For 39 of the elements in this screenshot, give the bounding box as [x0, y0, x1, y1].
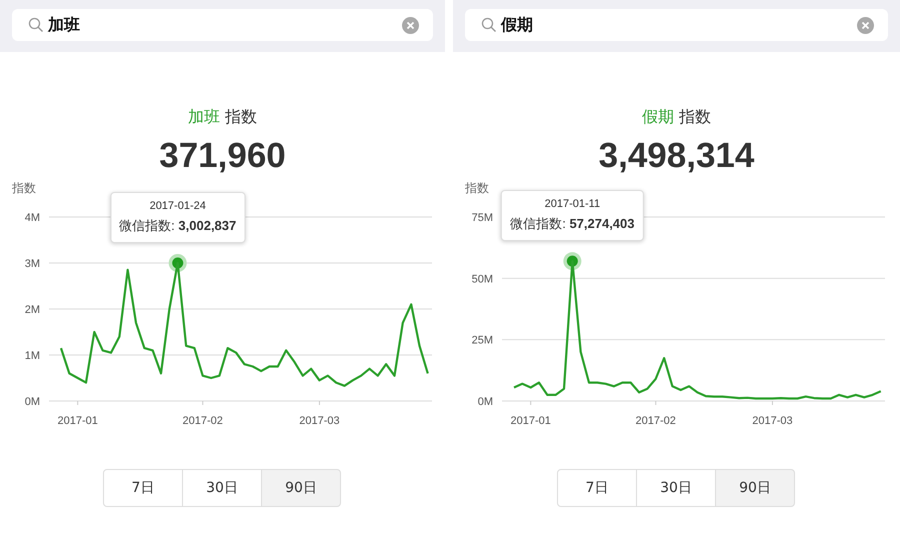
- axis-label: 2017-01: [57, 415, 98, 427]
- tooltip-date: 2017-01-24: [148, 200, 207, 212]
- axis-title: 指数: [465, 181, 489, 195]
- axis-label: 1M: [24, 350, 40, 362]
- index-title: 假期 指数: [640, 107, 712, 128]
- clear-icon[interactable]: [857, 16, 874, 34]
- axis-label: 25M: [472, 334, 493, 347]
- range-tab[interactable]: 30日: [182, 469, 262, 507]
- axis-label: 3M: [24, 258, 40, 270]
- search-icon: [28, 17, 44, 33]
- axis-label: 2017-01: [510, 415, 551, 427]
- range-tab[interactable]: 7日: [557, 469, 637, 507]
- axis-label: 2017-03: [299, 415, 340, 427]
- axis-label: 50M: [472, 273, 493, 286]
- axis-label: 2017-02: [182, 415, 223, 427]
- tooltip-value: 微信指数: 3,002,837: [119, 217, 236, 235]
- axis-label: 4M: [24, 212, 40, 224]
- axis-label: 0M: [478, 396, 493, 408]
- range-tab[interactable]: 90日: [261, 469, 341, 507]
- axis-title: 指数: [12, 181, 36, 195]
- clear-icon[interactable]: [402, 16, 419, 34]
- search-field[interactable]: 假期: [465, 9, 888, 41]
- axis-label: 2M: [24, 304, 40, 316]
- axis-label: 0M: [24, 396, 40, 408]
- data-point: [168, 254, 187, 272]
- data-point: [563, 252, 582, 270]
- tooltip-value: 微信指数: 57,274,403: [510, 215, 635, 234]
- index-value: 3,498,314: [598, 136, 756, 176]
- axis-label: 2017-02: [636, 415, 676, 427]
- axis-label: 75M: [472, 212, 493, 224]
- range-tab[interactable]: 30日: [636, 469, 716, 507]
- index-title: 加班 指数: [186, 107, 258, 128]
- index-value: 371,960: [158, 136, 287, 176]
- range-tab[interactable]: 90日: [715, 469, 795, 507]
- range-tab[interactable]: 7日: [103, 469, 183, 507]
- search-icon: [481, 17, 497, 33]
- tooltip-date: 2017-01-11: [544, 198, 602, 210]
- search-field[interactable]: 加班: [12, 9, 433, 41]
- axis-label: 2017-03: [752, 415, 793, 427]
